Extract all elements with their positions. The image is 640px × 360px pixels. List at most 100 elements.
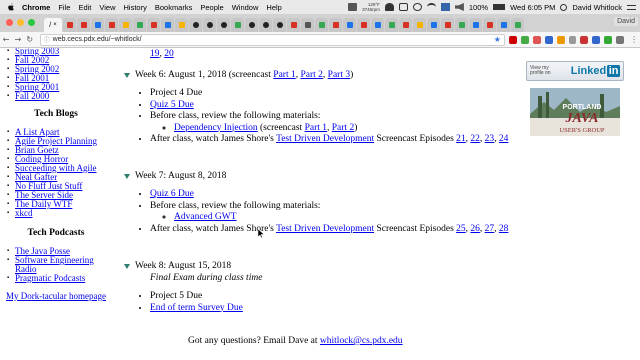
tab[interactable] bbox=[91, 18, 104, 32]
tab[interactable] bbox=[175, 18, 188, 32]
screencast-part-link[interactable]: Part 3 bbox=[328, 70, 350, 80]
tab[interactable] bbox=[455, 18, 468, 32]
week-heading[interactable]: Week 8: August 15, 2018 bbox=[124, 261, 262, 271]
episode-link[interactable]: 22 bbox=[470, 134, 480, 144]
tab[interactable] bbox=[77, 18, 90, 32]
bookmark-star-icon[interactable]: ★ bbox=[494, 35, 501, 44]
menu-help[interactable]: Help bbox=[266, 3, 281, 12]
current-user[interactable]: David Whitlock bbox=[572, 3, 622, 12]
extension-icon[interactable] bbox=[580, 35, 589, 44]
dropbox-icon[interactable] bbox=[348, 3, 358, 11]
minimize-window-button[interactable] bbox=[17, 19, 24, 26]
linkedin-profile-badge[interactable]: View my profile on Linked in bbox=[526, 61, 624, 81]
extension-icon[interactable] bbox=[544, 35, 553, 44]
episode-link[interactable]: 19 bbox=[150, 49, 160, 59]
tab[interactable] bbox=[413, 18, 426, 32]
screencast-part-link[interactable]: Part 1 bbox=[273, 70, 295, 80]
menu-view[interactable]: View bbox=[99, 3, 115, 12]
tab[interactable] bbox=[483, 18, 496, 32]
screencast-part-link[interactable]: Part 2 bbox=[300, 70, 322, 80]
extension-icon[interactable] bbox=[532, 35, 541, 44]
extension-icon[interactable] bbox=[568, 35, 577, 44]
episode-link[interactable]: 24 bbox=[499, 134, 509, 144]
screencast-part-link[interactable]: Part 2 bbox=[332, 123, 354, 133]
tab[interactable] bbox=[343, 18, 356, 32]
disclosure-triangle-icon[interactable] bbox=[124, 263, 130, 269]
tab[interactable] bbox=[147, 18, 160, 32]
tab[interactable] bbox=[511, 18, 524, 32]
extension-icon[interactable] bbox=[592, 35, 601, 44]
extension-icon[interactable] bbox=[520, 35, 529, 44]
bluetooth-icon[interactable] bbox=[398, 3, 408, 11]
episode-link[interactable]: 28 bbox=[499, 224, 509, 234]
material-link[interactable]: Dependency Injection bbox=[174, 123, 258, 133]
back-button[interactable]: ← bbox=[0, 35, 12, 44]
site-info-icon[interactable]: ⓘ bbox=[44, 35, 50, 44]
battery-icon[interactable] bbox=[493, 4, 506, 10]
menu-window[interactable]: Window bbox=[232, 3, 259, 12]
extension-icon[interactable] bbox=[556, 35, 565, 44]
reload-button[interactable]: ↻ bbox=[24, 35, 36, 44]
tab[interactable] bbox=[217, 18, 230, 32]
episode-link[interactable]: 23 bbox=[485, 134, 495, 144]
tab[interactable] bbox=[427, 18, 440, 32]
tab[interactable] bbox=[385, 18, 398, 32]
tab[interactable] bbox=[63, 18, 76, 32]
wifi-icon[interactable] bbox=[426, 3, 436, 11]
time-machine-icon[interactable] bbox=[412, 3, 422, 11]
tab[interactable] bbox=[105, 18, 118, 32]
episode-link[interactable]: 21 bbox=[456, 134, 466, 144]
tab[interactable] bbox=[245, 18, 258, 32]
close-window-button[interactable] bbox=[6, 19, 13, 26]
week-heading[interactable]: Week 6: August 1, 2018 (screencast Part … bbox=[124, 70, 520, 80]
homepage-link[interactable]: My Dork-tacular homepage bbox=[6, 291, 106, 301]
episode-link[interactable]: 26 bbox=[470, 224, 480, 234]
zoom-window-button[interactable] bbox=[28, 19, 35, 26]
tab[interactable] bbox=[273, 18, 286, 32]
temperature-readout[interactable]: 129°F 3746rpm bbox=[362, 2, 380, 12]
profile-button[interactable]: David bbox=[614, 17, 638, 26]
tab[interactable] bbox=[133, 18, 146, 32]
quiz-link[interactable]: Quiz 5 Due bbox=[150, 100, 194, 110]
menu-history[interactable]: History bbox=[124, 3, 147, 12]
tab[interactable] bbox=[301, 18, 314, 32]
tab[interactable] bbox=[497, 18, 510, 32]
extension-icon[interactable] bbox=[616, 35, 625, 44]
portland-java-users-group-logo[interactable]: PORTLAND JAVA USER'S GROUP bbox=[530, 88, 620, 136]
tab[interactable] bbox=[161, 18, 174, 32]
episode-link[interactable]: 20 bbox=[164, 49, 174, 59]
tab[interactable] bbox=[399, 18, 412, 32]
episode-link[interactable]: 25 bbox=[456, 224, 466, 234]
tab[interactable] bbox=[441, 18, 454, 32]
screencast-part-link[interactable]: Part 1 bbox=[305, 123, 327, 133]
tab[interactable] bbox=[231, 18, 244, 32]
email-link[interactable]: whitlock@cs.pdx.edu bbox=[320, 336, 403, 346]
episode-link[interactable]: 27 bbox=[485, 224, 495, 234]
apple-logo-icon[interactable] bbox=[6, 2, 16, 12]
survey-link[interactable]: End of term Survey Due bbox=[150, 303, 243, 313]
disclosure-triangle-icon[interactable] bbox=[124, 173, 130, 179]
quiz-link[interactable]: Quiz 6 Due bbox=[150, 189, 194, 199]
material-link[interactable]: Advanced GWT bbox=[174, 212, 237, 222]
tab[interactable] bbox=[259, 18, 272, 32]
menu-bookmarks[interactable]: Bookmarks bbox=[155, 3, 193, 12]
menu-people[interactable]: People bbox=[200, 3, 223, 12]
tab[interactable] bbox=[357, 18, 370, 32]
search-icon[interactable] bbox=[560, 3, 568, 11]
tdd-link[interactable]: Test Driven Development bbox=[276, 224, 374, 234]
podcast-link[interactable]: Pragmatic Podcasts bbox=[15, 273, 85, 283]
hat-icon[interactable] bbox=[384, 3, 394, 11]
blog-link[interactable]: xkcd bbox=[15, 208, 33, 218]
tab[interactable] bbox=[287, 18, 300, 32]
flag-icon[interactable] bbox=[440, 3, 450, 11]
disclosure-triangle-icon[interactable] bbox=[124, 72, 130, 78]
volume-icon[interactable] bbox=[454, 3, 464, 11]
tab[interactable] bbox=[119, 18, 132, 32]
week-heading[interactable]: Week 7: August 8, 2018 bbox=[124, 171, 520, 181]
menu-file[interactable]: File bbox=[58, 3, 70, 12]
semester-link[interactable]: Fall 2000 bbox=[15, 91, 49, 101]
tab[interactable] bbox=[469, 18, 482, 32]
tab[interactable] bbox=[329, 18, 342, 32]
tab-active[interactable]: / × bbox=[44, 18, 62, 32]
menu-edit[interactable]: Edit bbox=[78, 3, 91, 12]
